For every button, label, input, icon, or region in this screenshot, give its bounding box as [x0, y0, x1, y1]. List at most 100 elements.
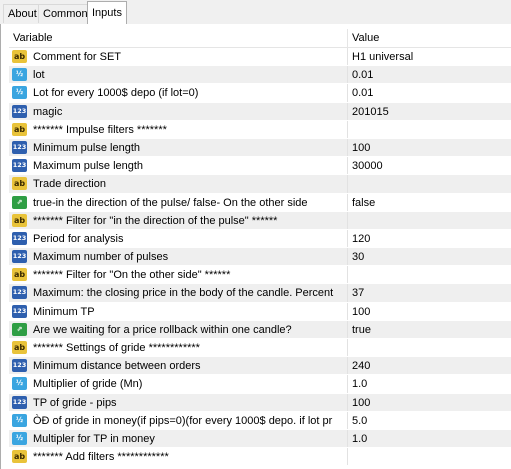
table-row[interactable]: 123 Minimum TP 100 [9, 302, 511, 321]
variable-value[interactable]: true [352, 324, 371, 336]
variable-value[interactable]: 1.0 [352, 433, 367, 445]
table-row[interactable]: ½ Lot for every 1000$ depo (if lot=0) 0.01 [9, 84, 511, 103]
variable-value[interactable]: 37 [352, 287, 364, 299]
variable-name: Maximum pulse length [33, 160, 144, 173]
table-row[interactable]: 123 Maximum number of pulses 30 [9, 248, 511, 267]
cell-divider [347, 120, 348, 138]
integer-type-icon: 123 [12, 159, 27, 173]
variable-name: Trade direction [33, 178, 106, 191]
cell-divider [347, 284, 348, 302]
variable-name: Minimum distance between orders [33, 360, 201, 373]
tab-inputs[interactable]: Inputs [87, 1, 127, 25]
variable-value[interactable]: H1 universal [352, 51, 413, 63]
integer-type-icon: 123 [12, 395, 27, 409]
table-row[interactable]: ½ Multipler for TP in money 1.0 [9, 429, 511, 449]
table-row[interactable]: 123 TP of gride - pips 100 [9, 393, 511, 412]
column-header-variable[interactable]: Variable [13, 32, 53, 44]
variable-name: ÒÐ of gride in money(if pips=0)(for ever… [33, 414, 333, 427]
cell-divider [347, 175, 348, 193]
string-type-icon: ab [12, 122, 27, 136]
table-body: ab Comment for SET H1 universal ½ lot 0.01 ½ Lo… [9, 48, 511, 467]
inputs-panel: Variable Value ab Comment for SET H1 unive… [0, 24, 511, 469]
variable-name: ******* Add filters ************ [33, 451, 169, 464]
variable-name: Comment for SET [33, 51, 122, 63]
variable-name: ******* Filter for "in the direction of … [33, 214, 278, 227]
cell-divider [347, 266, 348, 284]
variable-name: TP of gride - pips [33, 396, 117, 409]
table-row[interactable]: ab Trade direction [9, 175, 511, 194]
variable-name: Are we waiting for a price rollback with… [33, 323, 292, 336]
variable-value[interactable]: 120 [352, 233, 370, 245]
variable-name: magic [33, 105, 63, 118]
variable-name: Minimum pulse length [33, 141, 140, 154]
table-row[interactable]: ½ lot 0.01 [9, 66, 511, 85]
table-row[interactable]: 123 Minimum distance between orders 240 [9, 357, 511, 376]
variable-value[interactable]: false [352, 197, 375, 209]
variable-value[interactable]: 240 [352, 360, 370, 372]
variable-name: Maximum number of pulses [33, 251, 169, 264]
cell-divider [347, 211, 348, 229]
cell-divider [347, 138, 348, 157]
cell-divider [347, 302, 348, 320]
cell-divider [347, 320, 348, 338]
table-row[interactable]: ½ ÒÐ of gride in money(if pips=0)(for eve… [9, 411, 511, 430]
variable-value[interactable]: 0.01 [352, 87, 373, 99]
table-header: Variable Value [9, 29, 511, 48]
variable-value[interactable]: 100 [352, 142, 370, 154]
cell-divider [347, 448, 348, 466]
table-row[interactable]: ab ******* Filter for "in the direction o… [9, 211, 511, 230]
table-row[interactable]: ab ******* Settings of gride ************ [9, 339, 511, 358]
variable-value[interactable]: 201015 [352, 106, 389, 118]
variable-value[interactable]: 100 [352, 306, 370, 318]
cell-divider [347, 48, 348, 66]
column-header-value[interactable]: Value [352, 32, 379, 44]
table-row[interactable]: ½ Multiplier of gride (Mn) 1.0 [9, 375, 511, 394]
cell-divider [347, 84, 348, 102]
tab-about[interactable]: About [3, 4, 42, 23]
variable-name: Minimum TP [33, 305, 95, 318]
variable-value[interactable]: 5.0 [352, 415, 367, 427]
variable-name: Maximum: the closing price in the body o… [33, 287, 334, 300]
variable-name: lot [33, 69, 45, 82]
variable-name: Period for analysis [33, 232, 124, 245]
integer-type-icon: 123 [12, 250, 27, 264]
cell-divider [347, 102, 348, 120]
variable-value[interactable]: 30 [352, 251, 364, 263]
variable-name: Lot for every 1000$ depo (if lot=0) [33, 87, 199, 100]
integer-type-icon: 123 [12, 304, 27, 318]
table-row[interactable]: 123 Period for analysis 120 [9, 229, 511, 249]
variable-value[interactable]: 0.01 [352, 69, 373, 81]
string-type-icon: ab [12, 213, 27, 227]
table-row[interactable]: 123 Maximum: the closing price in the bod… [9, 284, 511, 303]
variable-value[interactable]: 30000 [352, 160, 383, 172]
cell-divider [347, 66, 348, 84]
table-row[interactable]: 123 Minimum pulse length 100 [9, 138, 511, 158]
table-row[interactable]: ab Comment for SET H1 universal [9, 48, 511, 67]
variable-value[interactable]: 100 [352, 397, 370, 409]
variable-name: Multiplier of gride (Mn) [33, 378, 143, 391]
cell-divider [347, 339, 348, 357]
tab-common[interactable]: Common [38, 4, 93, 23]
table-row[interactable]: ab ******* Add filters ************ [9, 448, 511, 467]
string-type-icon: ab [12, 177, 27, 191]
cell-divider [347, 393, 348, 411]
string-type-icon: ab [12, 268, 27, 282]
string-type-icon: ab [12, 450, 27, 464]
cell-divider [347, 429, 348, 448]
table-row[interactable]: ab ******* Filter for "On the other side"… [9, 266, 511, 285]
column-divider[interactable] [347, 29, 348, 47]
table-row[interactable]: 123 magic 201015 [9, 102, 511, 121]
double-type-icon: ½ [12, 413, 27, 427]
cell-divider [347, 248, 348, 266]
table-row[interactable]: ⇗ Are we waiting for a price rollback wit… [9, 320, 511, 339]
variable-name: ******* Impulse filters ******* [33, 123, 167, 136]
table-row[interactable]: 123 Maximum pulse length 30000 [9, 157, 511, 176]
table-row[interactable]: ⇗ true-in the direction of the pulse/ fal… [9, 193, 511, 212]
variable-name: ******* Filter for "On the other side" *… [33, 269, 231, 282]
table-row[interactable]: ab ******* Impulse filters ******* [9, 120, 511, 139]
tab-bar: About Common Inputs [0, 0, 511, 25]
cell-divider [347, 357, 348, 375]
integer-type-icon: 123 [12, 286, 27, 300]
variable-value[interactable]: 1.0 [352, 378, 367, 390]
cell-divider [347, 157, 348, 175]
